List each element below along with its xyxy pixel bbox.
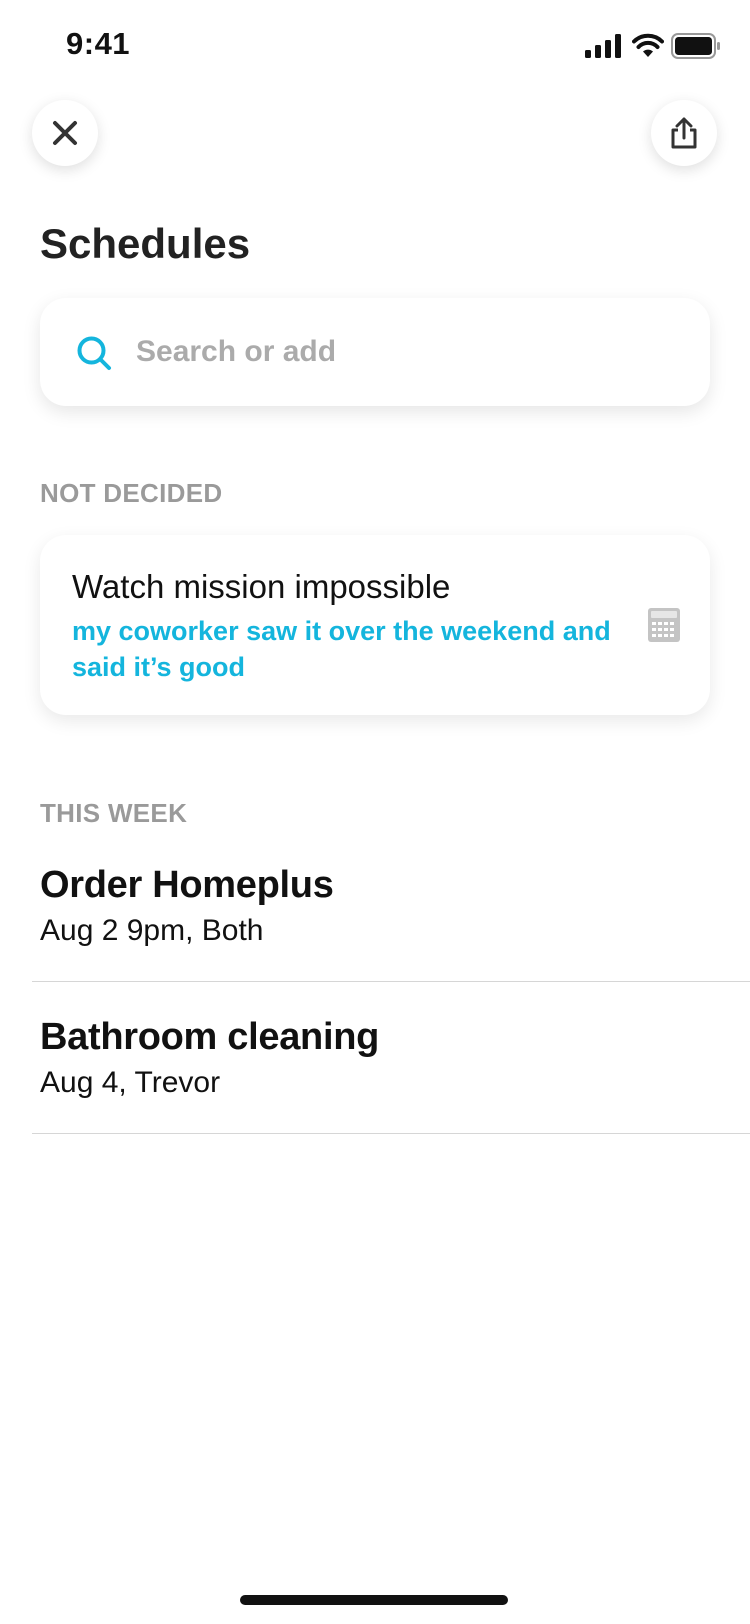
task-card[interactable]: Watch mission impossible my coworker saw…	[40, 535, 710, 715]
share-icon	[671, 117, 697, 149]
page-title: Schedules	[40, 220, 251, 267]
list-item[interactable]: Bathroom cleaning Aug 4, Trevor	[32, 982, 750, 1134]
item-subtitle: Aug 4, Trevor	[40, 1066, 221, 1099]
cellular-signal-icon	[585, 34, 621, 58]
list-item[interactable]: Order Homeplus Aug 2 9pm, Both	[32, 830, 750, 982]
card-title: Watch mission impossible	[72, 568, 451, 605]
home-indicator[interactable]	[240, 1595, 508, 1605]
share-button[interactable]	[651, 100, 717, 166]
status-bar: 9:41	[0, 0, 750, 90]
card-note: my coworker saw it over the weekend and …	[72, 616, 611, 682]
close-icon	[53, 121, 77, 145]
item-subtitle: Aug 2 9pm, Both	[40, 914, 264, 947]
search-icon	[77, 336, 111, 370]
search-box[interactable]	[40, 298, 710, 406]
item-title: Bathroom cleaning	[40, 1016, 380, 1058]
calendar-icon[interactable]	[648, 608, 680, 642]
item-title: Order Homeplus	[40, 864, 334, 906]
section-label-this-week: THIS WEEK	[40, 798, 188, 828]
search-input[interactable]	[136, 326, 676, 378]
section-label-not-decided: NOT DECIDED	[40, 478, 223, 508]
schedules-screen: 9:41 Schedules Search or add NOT DECIDED…	[0, 0, 750, 1624]
status-time: 9:41	[66, 26, 131, 61]
close-button[interactable]	[32, 100, 98, 166]
battery-icon	[671, 33, 720, 59]
wifi-icon	[632, 33, 664, 57]
